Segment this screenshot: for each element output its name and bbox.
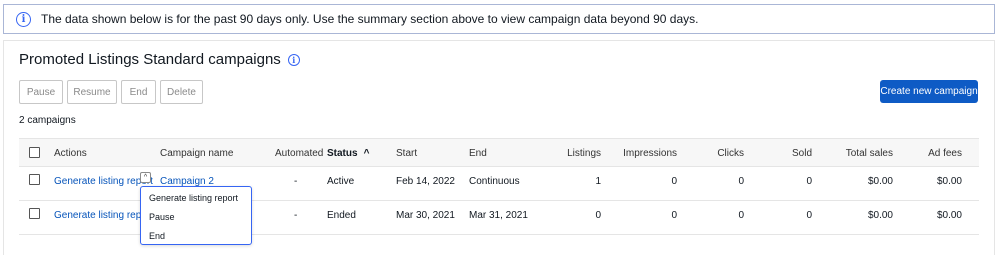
end-button[interactable]: End bbox=[121, 80, 156, 104]
sort-ascending-icon: ^ bbox=[363, 148, 370, 159]
actions-menu-toggle[interactable]: ^ bbox=[140, 172, 151, 183]
total-sales-value: $0.00 bbox=[867, 210, 893, 221]
row-checkbox[interactable] bbox=[29, 174, 40, 185]
automated-value: - bbox=[294, 176, 298, 187]
generate-report-link[interactable]: Generate listing report bbox=[54, 176, 153, 187]
sold-value: 0 bbox=[806, 176, 812, 187]
section-title-text: Promoted Listings Standard campaigns bbox=[19, 51, 281, 68]
impressions-value: 0 bbox=[671, 176, 677, 187]
header-start[interactable]: Start bbox=[396, 148, 417, 159]
select-all-checkbox[interactable] bbox=[29, 147, 40, 158]
menu-item-pause[interactable]: Pause bbox=[149, 212, 175, 222]
header-impressions[interactable]: Impressions bbox=[623, 148, 677, 159]
header-ad-fees[interactable]: Ad fees bbox=[928, 148, 962, 159]
header-actions: Actions bbox=[54, 148, 87, 159]
info-icon: i bbox=[16, 11, 31, 27]
title-info-icon[interactable]: i bbox=[287, 53, 300, 66]
automated-value: - bbox=[294, 210, 298, 221]
impressions-value: 0 bbox=[671, 210, 677, 221]
sold-value: 0 bbox=[806, 210, 812, 221]
status-value: Active bbox=[327, 176, 355, 187]
menu-item-generate-report[interactable]: Generate listing report bbox=[149, 193, 238, 203]
end-date: Continuous bbox=[469, 176, 520, 187]
listings-value: 0 bbox=[595, 210, 601, 221]
actions-dropdown-menu: Generate listing report Pause End bbox=[140, 186, 252, 245]
banner-message: The data shown below is for the past 90 … bbox=[41, 12, 699, 26]
campaign-count: 2 campaigns bbox=[19, 115, 76, 126]
total-sales-value: $0.00 bbox=[867, 176, 893, 187]
clicks-value: 0 bbox=[738, 210, 744, 221]
info-banner: i The data shown below is for the past 9… bbox=[3, 4, 995, 34]
clicks-value: 0 bbox=[738, 176, 744, 187]
header-clicks[interactable]: Clicks bbox=[717, 148, 744, 159]
section-title: Promoted Listings Standard campaigns i bbox=[19, 51, 300, 68]
menu-item-end[interactable]: End bbox=[149, 231, 165, 241]
header-status[interactable]: Status ^ bbox=[327, 148, 369, 159]
header-automated[interactable]: Automated bbox=[275, 148, 323, 159]
header-sold[interactable]: Sold bbox=[792, 148, 812, 159]
chevron-up-icon: ^ bbox=[143, 174, 148, 181]
table-header: Actions Campaign name Automated Status ^ … bbox=[19, 138, 979, 167]
generate-report-link[interactable]: Generate listing report bbox=[54, 210, 153, 221]
ad-fees-value: $0.00 bbox=[936, 176, 962, 187]
header-campaign-name[interactable]: Campaign name bbox=[160, 148, 233, 159]
end-date: Mar 31, 2021 bbox=[469, 210, 528, 221]
start-date: Feb 14, 2022 bbox=[396, 176, 455, 187]
delete-button[interactable]: Delete bbox=[160, 80, 203, 104]
create-campaign-button[interactable]: Create new campaign bbox=[880, 80, 978, 103]
header-end[interactable]: End bbox=[469, 148, 487, 159]
header-status-label: Status bbox=[327, 148, 358, 159]
status-value: Ended bbox=[327, 210, 356, 221]
ad-fees-value: $0.00 bbox=[936, 210, 962, 221]
resume-button[interactable]: Resume bbox=[67, 80, 117, 104]
row-checkbox[interactable] bbox=[29, 208, 40, 219]
header-total-sales[interactable]: Total sales bbox=[846, 148, 893, 159]
header-listings[interactable]: Listings bbox=[567, 148, 601, 159]
listings-value: 1 bbox=[595, 176, 601, 187]
pause-button[interactable]: Pause bbox=[19, 80, 63, 104]
start-date: Mar 30, 2021 bbox=[396, 210, 455, 221]
